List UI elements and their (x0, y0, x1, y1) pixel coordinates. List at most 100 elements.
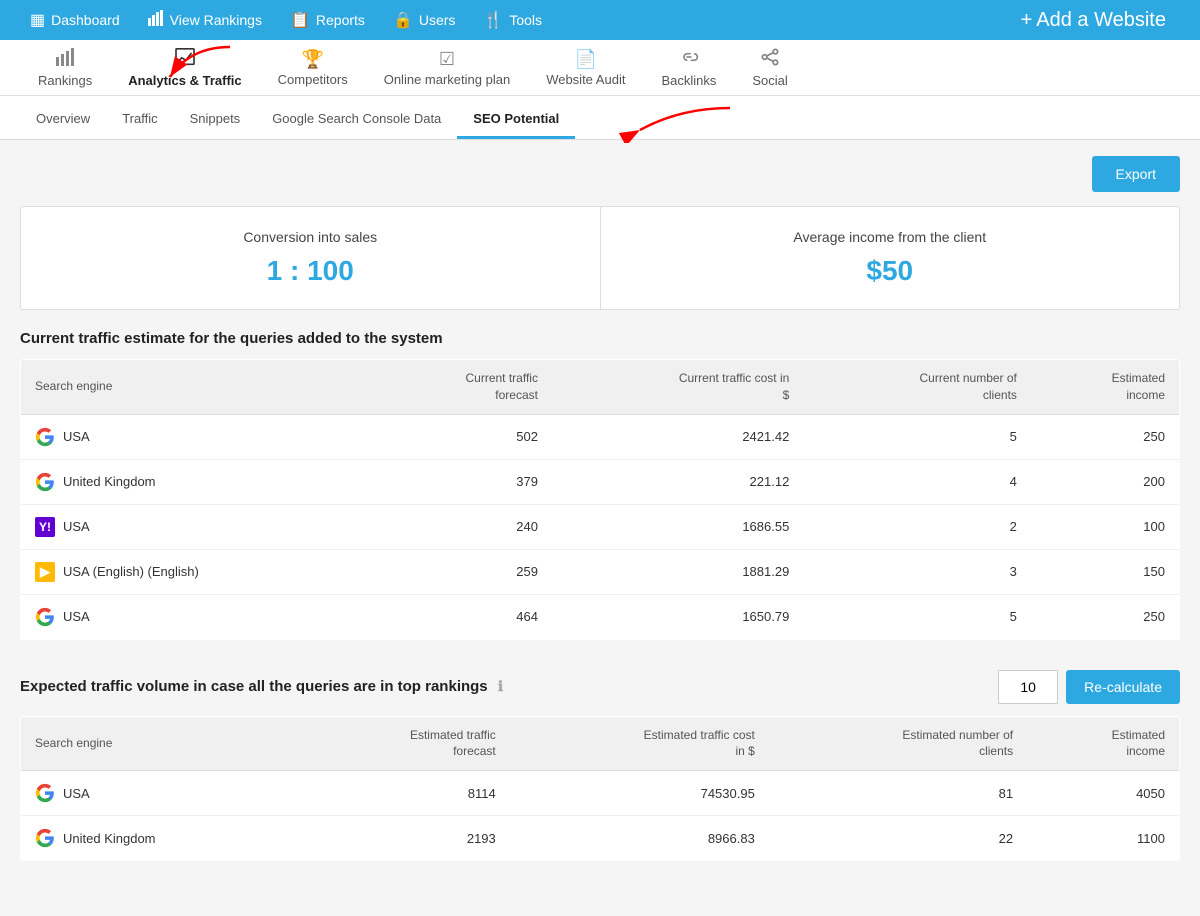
tab-snippets[interactable]: Snippets (174, 101, 257, 139)
current-traffic-table: Search engine Current trafficforecast Cu… (20, 359, 1180, 640)
tab-traffic[interactable]: Traffic (106, 101, 173, 139)
social-nav-icon (761, 48, 779, 71)
col-forecast: Current trafficforecast (370, 360, 552, 415)
users-icon: 🔒 (393, 10, 413, 30)
col-clients: Current number ofclients (803, 360, 1031, 415)
reports-icon: 📋 (290, 10, 310, 30)
nav-view-rankings[interactable]: View Rankings (134, 0, 276, 40)
table-row: ▶ USA (English) (English) 259 1881.29 3 … (21, 549, 1180, 594)
income-value: $50 (621, 255, 1160, 287)
stats-cards: Conversion into sales 1 : 100 Average in… (20, 206, 1180, 310)
conversion-label: Conversion into sales (41, 229, 580, 245)
clients-cell: 2 (803, 504, 1031, 549)
tab-arrow-annotation (590, 98, 750, 143)
tab-nav: Overview Traffic Snippets Google Search … (0, 96, 1200, 140)
clients-cell: 3 (803, 549, 1031, 594)
expected-traffic-title: Expected traffic volume in case all the … (20, 678, 998, 695)
competitors-nav-icon: 🏆 (301, 49, 323, 70)
est-cost-cell: 8966.83 (510, 816, 769, 861)
income-cell: 200 (1031, 459, 1180, 504)
rankings-icon (148, 10, 164, 31)
engine-cell: ▶ USA (English) (English) (21, 549, 370, 594)
est-cost-cell: 74530.95 (510, 771, 769, 816)
tab-seo-potential[interactable]: SEO Potential (457, 101, 575, 139)
nav-online-marketing[interactable]: ☑ Online marketing plan (366, 40, 528, 95)
tab-overview[interactable]: Overview (20, 101, 106, 139)
est-income-cell: 1100 (1027, 816, 1179, 861)
engine-cell: USA (21, 771, 298, 816)
nav-tools[interactable]: 🍴 Tools (469, 0, 556, 40)
second-nav: Rankings Analytics & Traffic 🏆 Competito… (0, 40, 1200, 96)
table-row: Y! USA 240 1686.55 2 100 (21, 504, 1180, 549)
income-label: Average income from the client (621, 229, 1160, 245)
col-est-income: Estimatedincome (1027, 716, 1179, 771)
current-traffic-title: Current traffic estimate for the queries… (20, 330, 1180, 347)
expected-traffic-table: Search engine Estimated trafficforecast … (20, 716, 1180, 862)
clients-cell: 5 (803, 594, 1031, 639)
table-row: USA 502 2421.42 5 250 (21, 414, 1180, 459)
col-engine: Search engine (21, 360, 370, 415)
current-traffic-header: Search engine Current trafficforecast Cu… (21, 360, 1180, 415)
cost-cell: 1650.79 (552, 594, 803, 639)
engine-cell: USA (21, 594, 370, 639)
rankings-nav-icon (56, 48, 74, 71)
table-row: USA 464 1650.79 5 250 (21, 594, 1180, 639)
engine-cell: USA (21, 414, 370, 459)
income-cell: 250 (1031, 414, 1180, 459)
nav-reports[interactable]: 📋 Reports (276, 0, 379, 40)
col-cost: Current traffic cost in$ (552, 360, 803, 415)
marketing-nav-icon: ☑ (439, 49, 455, 70)
income-cell: 150 (1031, 549, 1180, 594)
tools-icon: 🍴 (483, 10, 503, 30)
nav-users[interactable]: 🔒 Users (379, 0, 469, 40)
nav-social[interactable]: Social (734, 40, 805, 95)
nav-analytics-traffic[interactable]: Analytics & Traffic (110, 40, 259, 95)
main-content: Export Conversion into sales 1 : 100 Ave… (0, 140, 1200, 916)
nav-backlinks[interactable]: Backlinks (643, 40, 734, 95)
income-cell: 100 (1031, 504, 1180, 549)
nav-website-audit[interactable]: 📄 Website Audit (528, 40, 643, 95)
expected-traffic-header-row: Expected traffic volume in case all the … (20, 670, 1180, 704)
col-est-forecast: Estimated trafficforecast (298, 716, 510, 771)
est-income-cell: 4050 (1027, 771, 1179, 816)
add-website-button[interactable]: + Add a Website (1007, 9, 1184, 32)
conversion-stat: Conversion into sales 1 : 100 (21, 207, 601, 309)
cost-cell: 2421.42 (552, 414, 803, 459)
col-est-clients: Estimated number ofclients (769, 716, 1027, 771)
forecast-cell: 259 (370, 549, 552, 594)
est-forecast-cell: 2193 (298, 816, 510, 861)
export-button[interactable]: Export (1092, 156, 1180, 192)
nav-rankings[interactable]: Rankings (20, 40, 110, 95)
nav-dashboard[interactable]: ▦ Dashboard (16, 0, 134, 40)
cost-cell: 1881.29 (552, 549, 803, 594)
top-value-input[interactable] (998, 670, 1058, 704)
est-clients-cell: 81 (769, 771, 1027, 816)
est-forecast-cell: 8114 (298, 771, 510, 816)
forecast-cell: 240 (370, 504, 552, 549)
nav-competitors[interactable]: 🏆 Competitors (260, 40, 366, 95)
dashboard-icon: ▦ (30, 10, 45, 30)
backlinks-nav-icon (679, 48, 699, 71)
clients-cell: 4 (803, 459, 1031, 504)
forecast-cell: 502 (370, 414, 552, 459)
conversion-value: 1 : 100 (41, 255, 580, 287)
col-est-cost: Estimated traffic costin $ (510, 716, 769, 771)
tab-google-search-console[interactable]: Google Search Console Data (256, 101, 457, 139)
table-row: United Kingdom 379 221.12 4 200 (21, 459, 1180, 504)
col-income: Estimatedincome (1031, 360, 1180, 415)
forecast-cell: 379 (370, 459, 552, 504)
table-row: USA 8114 74530.95 81 4050 (21, 771, 1180, 816)
recalculate-button[interactable]: Re-calculate (1066, 670, 1180, 704)
table-row: United Kingdom 2193 8966.83 22 1100 (21, 816, 1180, 861)
cost-cell: 1686.55 (552, 504, 803, 549)
expected-traffic-header: Search engine Estimated trafficforecast … (21, 716, 1180, 771)
clients-cell: 5 (803, 414, 1031, 459)
engine-cell: United Kingdom (21, 459, 370, 504)
analytics-nav-icon (175, 48, 195, 71)
info-icon: ℹ (498, 678, 503, 694)
income-cell: 250 (1031, 594, 1180, 639)
col-engine-exp: Search engine (21, 716, 298, 771)
cost-cell: 221.12 (552, 459, 803, 504)
forecast-cell: 464 (370, 594, 552, 639)
income-stat: Average income from the client $50 (601, 207, 1180, 309)
